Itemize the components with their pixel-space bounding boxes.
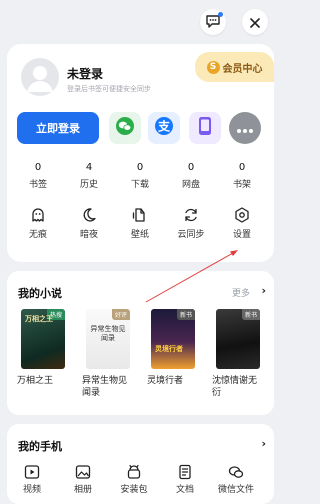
stat-bookmarks[interactable]: 0 书签 (18, 162, 58, 190)
book-title: 异常生物见闻录 (82, 376, 128, 398)
file-label: 相册 (73, 485, 92, 495)
settings-icon (235, 207, 249, 223)
file-label: 文档 (175, 485, 194, 495)
phone-icon (198, 116, 212, 140)
book-item[interactable]: 新书 沈惊情谢无衍 (212, 309, 264, 399)
vip-center-button[interactable]: S 会员中心 (195, 52, 274, 82)
vip-coin-icon: S (206, 60, 220, 74)
file-video[interactable]: 视频 (12, 464, 52, 495)
login-button[interactable]: 立即登录 (17, 112, 99, 144)
tool-label: 无痕 (28, 230, 47, 240)
book-title: 万相之王 (17, 376, 54, 386)
tool-label: 暗夜 (79, 230, 98, 240)
moon-icon (83, 208, 96, 222)
file-package[interactable]: 安装包 (114, 464, 154, 495)
book-item[interactable]: 热搜 万相之王 万相之王 (17, 309, 69, 387)
alipay-icon: 支 (154, 116, 174, 140)
tool-settings[interactable]: 设置 (222, 207, 262, 240)
more-icon (236, 119, 254, 138)
file-label: 视频 (22, 485, 41, 495)
top-bar (0, 0, 281, 44)
close-icon (250, 13, 260, 32)
more-link[interactable]: 更多 (232, 286, 250, 299)
stat-label: 书签 (28, 180, 47, 190)
file-label: 安装包 (120, 485, 148, 495)
alipay-login-button[interactable]: 支 (148, 112, 180, 144)
login-status[interactable]: 未登录 (67, 65, 103, 82)
tool-label: 壁纸 (130, 230, 149, 240)
book-cover-title: 灵境行者 (155, 345, 183, 353)
wechat-file-icon (228, 466, 244, 478)
my-novels-section: 我的小说 更多 › 热搜 万相之王 万相之王 好评 异常生物见闻录 异常生物见闻… (7, 271, 274, 415)
chevron-right-icon[interactable]: › (261, 437, 266, 450)
vip-center-label: 会员中心 (222, 63, 263, 75)
stat-label: 书架 (232, 180, 251, 190)
tool-cloud-sync[interactable]: 云同步 (171, 207, 211, 240)
stat-value: 4 (85, 162, 93, 173)
my-phone-section: 我的手机 › 视频 相册 安装包 文档 微信文件 (7, 424, 274, 504)
user-silhouette-icon (27, 66, 53, 92)
stat-downloads[interactable]: 0 下载 (120, 162, 160, 190)
close-button[interactable] (242, 9, 268, 35)
document-icon (179, 464, 191, 480)
book-tag: 新书 (241, 309, 260, 320)
stat-bookshelf[interactable]: 0 书架 (222, 162, 262, 190)
book-cover: 新书 (216, 309, 260, 369)
stat-label: 下载 (130, 180, 149, 190)
book-item[interactable]: 新书 灵境行者 灵境行者 (147, 309, 199, 387)
book-cover: 新书 灵境行者 (151, 309, 195, 369)
stat-value: 0 (136, 162, 144, 173)
file-wechat[interactable]: 微信文件 (216, 464, 256, 495)
tool-incognito[interactable]: 无痕 (18, 207, 58, 240)
book-cover: 好评 异常生物见闻录 (86, 309, 130, 369)
stat-value: 0 (238, 162, 246, 173)
file-label: 微信文件 (217, 485, 254, 495)
book-cover-title: 异常生物见闻录 (90, 325, 126, 342)
book-title: 沈惊情谢无衍 (212, 376, 258, 398)
book-cover: 热搜 万相之王 (21, 309, 65, 369)
sync-icon (185, 208, 197, 222)
album-icon (75, 465, 91, 479)
login-hint: 登录后书签可便捷安全同步 (67, 85, 151, 93)
file-album[interactable]: 相册 (63, 464, 103, 495)
phone-login-button[interactable] (189, 112, 221, 144)
tool-dark-mode[interactable]: 暗夜 (69, 207, 109, 240)
message-button[interactable] (200, 9, 226, 35)
tool-label: 云同步 (177, 230, 205, 240)
tool-wallpaper[interactable]: 壁纸 (120, 207, 160, 240)
book-tag: 好评 (111, 309, 130, 320)
tool-label: 设置 (232, 230, 251, 240)
book-title: 灵境行者 (147, 376, 184, 386)
wallpaper-icon (132, 208, 145, 222)
book-tag: 新书 (176, 309, 195, 320)
account-card: S 会员中心 未登录 登录后书签可便捷安全同步 立即登录 支 0 书签 4 历史… (7, 44, 274, 262)
stat-label: 历史 (79, 180, 98, 190)
chevron-right-icon[interactable]: › (261, 284, 266, 297)
video-icon (24, 465, 40, 479)
wechat-login-button[interactable] (109, 112, 141, 144)
section-title: 我的小说 (18, 287, 62, 300)
stat-value: 0 (187, 162, 195, 173)
more-login-button[interactable] (229, 112, 261, 144)
ghost-icon (32, 208, 44, 222)
wechat-icon (115, 116, 135, 140)
book-cover-title: 万相之王 (25, 315, 53, 323)
file-document[interactable]: 文档 (165, 464, 205, 495)
book-item[interactable]: 好评 异常生物见闻录 异常生物见闻录 (82, 309, 134, 399)
section-title: 我的手机 (18, 440, 62, 453)
stat-label: 网盘 (181, 180, 200, 190)
stat-history[interactable]: 4 历史 (69, 162, 109, 190)
package-icon (127, 464, 141, 479)
avatar[interactable] (21, 58, 59, 96)
stat-cloud-disk[interactable]: 0 网盘 (171, 162, 211, 190)
stat-value: 0 (34, 162, 42, 173)
svg-text:支: 支 (157, 119, 171, 134)
notification-dot (218, 12, 223, 17)
